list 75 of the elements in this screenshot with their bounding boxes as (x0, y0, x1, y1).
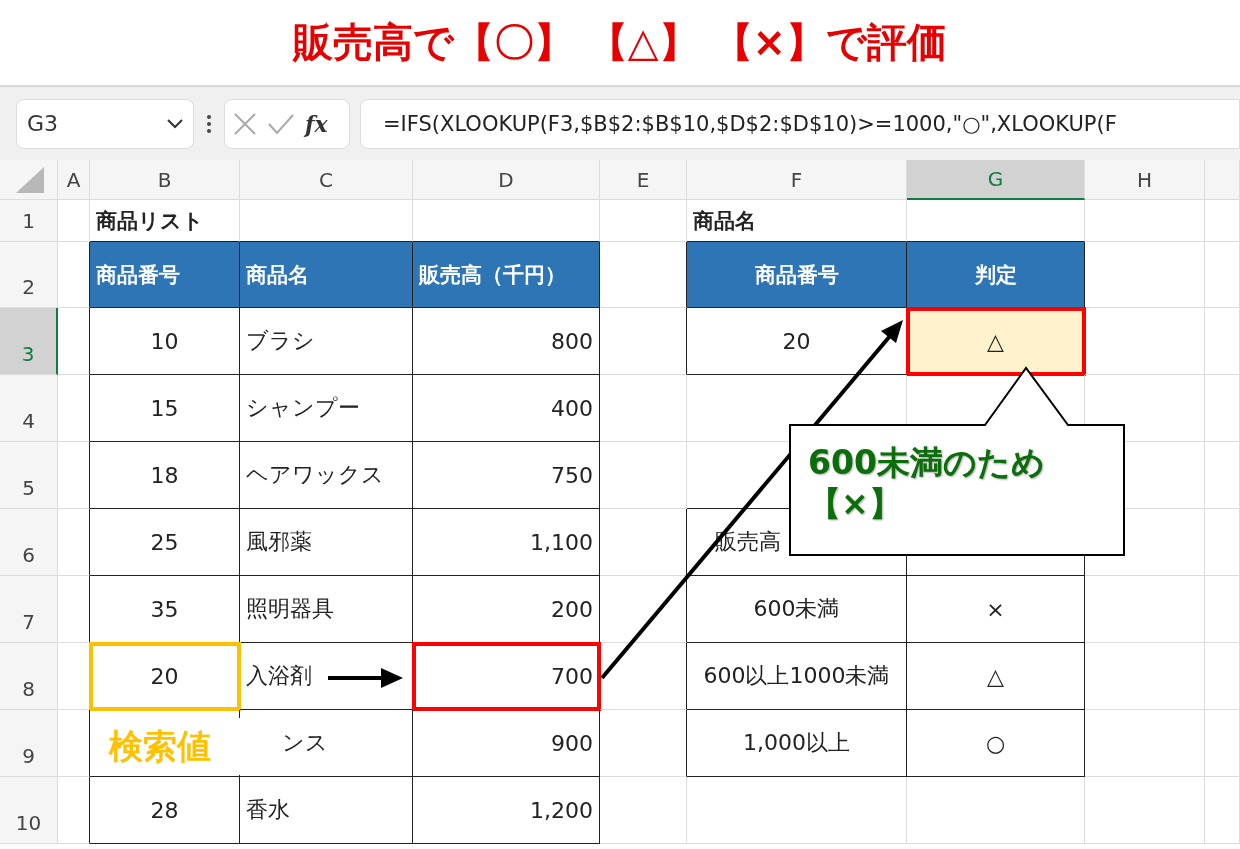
empty-cell (58, 777, 90, 844)
table-cell: 35 (90, 576, 240, 643)
empty-cell (1205, 643, 1240, 710)
table-cell: ○ (907, 710, 1085, 777)
table-cell: 1,100 (413, 509, 600, 576)
column-header[interactable]: E (600, 160, 687, 200)
cancel-icon[interactable] (233, 111, 257, 136)
chevron-down-icon (167, 118, 183, 129)
page-title: 販売高で【〇】 【△】 【×】で評価 (292, 18, 948, 67)
table-cell: 200 (413, 576, 600, 643)
column-heading: 商品番号 (90, 242, 240, 308)
column-header[interactable] (1205, 160, 1240, 200)
column-header[interactable]: A (58, 160, 90, 200)
empty-cell (58, 509, 90, 576)
empty-cell (58, 308, 90, 375)
check-icon[interactable] (267, 112, 295, 135)
column-header[interactable]: D (413, 160, 600, 200)
empty-cell (58, 375, 90, 442)
empty-cell (58, 576, 90, 643)
table-cell: 風邪薬 (240, 509, 413, 576)
row-header[interactable]: 8 (0, 643, 58, 710)
table-cell: 800 (413, 308, 600, 375)
table-cell: ブラシ (240, 308, 413, 375)
column-header[interactable]: C (240, 160, 413, 200)
table-cell: 15 (90, 375, 240, 442)
table-cell: シャンプー (240, 375, 413, 442)
table-cell: 1,200 (413, 777, 600, 844)
table-cell: 400 (413, 375, 600, 442)
empty-cell (1205, 777, 1240, 844)
more-icon[interactable] (204, 112, 214, 135)
empty-cell (1205, 509, 1240, 576)
table-cell: 20 (90, 643, 240, 710)
empty-cell (1205, 308, 1240, 375)
table-cell: 10 (90, 308, 240, 375)
column-header[interactable]: B (90, 160, 240, 200)
name-box[interactable]: G3 (16, 98, 194, 149)
table-cell: 28 (90, 777, 240, 844)
empty-cell (1205, 442, 1240, 509)
empty-cell (1205, 242, 1240, 308)
table-cell: ヘアワックス (240, 442, 413, 509)
table-cell: △ (907, 308, 1085, 375)
row-header[interactable]: 7 (0, 576, 58, 643)
table-cell: 25 (90, 509, 240, 576)
table-cell: 700 (413, 643, 600, 710)
row-header[interactable]: 1 (0, 200, 58, 242)
empty-cell (1205, 710, 1240, 777)
row-header[interactable]: 9 (0, 710, 58, 777)
table-cell: 900 (413, 710, 600, 777)
table-cell: 香水 (240, 777, 413, 844)
table-cell: 750 (413, 442, 600, 509)
table-cell: △ (907, 643, 1085, 710)
row-header[interactable]: 4 (0, 375, 58, 442)
table-cell: 照明器具 (240, 576, 413, 643)
table-cell: 18 (90, 442, 240, 509)
row-header[interactable]: 6 (0, 509, 58, 576)
empty-cell (58, 442, 90, 509)
column-header[interactable]: H (1085, 160, 1205, 200)
formula-field[interactable]: =IFS(XLOOKUP(F3,$B$2:$B$10,$D$2:$D$10)>=1000,"○",XLOOKUP(F (360, 98, 1240, 149)
insert-function-button[interactable]: fx (305, 110, 328, 137)
empty-cell (58, 710, 90, 777)
select-all-button[interactable] (0, 160, 58, 200)
table-cell: 600以上1000未満 (687, 643, 907, 710)
table-cell: × (907, 576, 1085, 643)
table-cell: 600未満 (687, 576, 907, 643)
row-header[interactable]: 2 (0, 242, 58, 308)
table-cell: 1,000以上 (687, 710, 907, 777)
column-heading: 販売高（千円） (413, 242, 600, 308)
column-header[interactable]: F (687, 160, 907, 200)
empty-cell (1205, 375, 1240, 442)
column-heading: 商品番号 (687, 242, 907, 308)
column-heading: 判定 (907, 242, 1085, 308)
row-header[interactable]: 5 (0, 442, 58, 509)
empty-cell (1205, 576, 1240, 643)
row-header[interactable]: 10 (0, 777, 58, 844)
column-heading: 商品名 (240, 242, 413, 308)
